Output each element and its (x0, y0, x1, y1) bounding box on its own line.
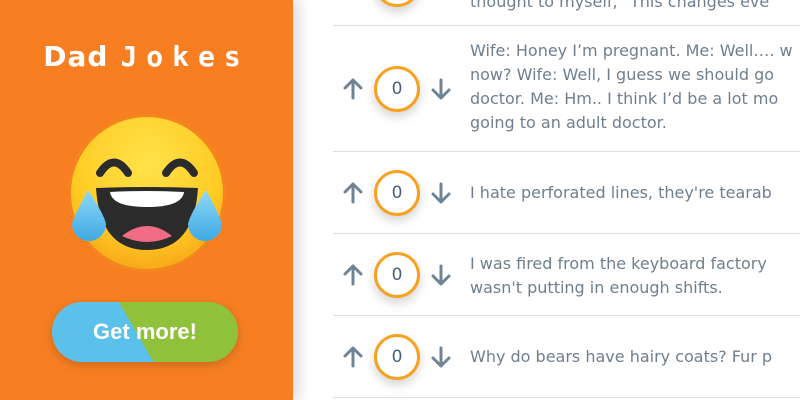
joke-item: 0 Wife: Honey I’m pregnant. Me: Well…. w… (333, 26, 800, 152)
joke-text-line: I was fired from the keyboard factory (470, 254, 767, 273)
joke-text-line: going to an adult doctor. (470, 113, 667, 132)
joke-text: thought to myself, "This changes eve (470, 0, 800, 14)
joke-text: Wife: Honey I’m pregnant. Me: Well…. w n… (470, 39, 800, 135)
vote-controls: 0 (333, 66, 459, 112)
joke-text-line: doctor. Me: Hm.. I think I’d be a lot mo (470, 89, 779, 108)
arrow-down-icon[interactable] (429, 263, 453, 287)
vote-controls: 0 (333, 170, 459, 216)
score-counter: 0 (374, 252, 420, 298)
arrow-up-icon[interactable] (341, 345, 365, 369)
app-title: Dad Jokes (0, 40, 293, 73)
score-counter: 0 (374, 334, 420, 380)
arrow-up-icon[interactable] (341, 181, 365, 205)
joke-item: 0 I hate perforated lines, they're teara… (333, 152, 800, 234)
joke-item: 0 I was fired from the keyboard factory … (333, 234, 800, 316)
joke-text: I was fired from the keyboard factory wa… (470, 252, 800, 300)
arrow-down-icon[interactable] (429, 77, 453, 101)
joke-text-line: now? Wife: Well, I guess we should go (470, 65, 775, 84)
joke-text-line: wasn't putting in enough shifts. (470, 278, 723, 297)
get-more-button[interactable]: Get more! (52, 302, 238, 362)
joke-text-line: Wife: Honey I’m pregnant. Me: Well…. w (470, 41, 793, 60)
jokes-list: 0 thought to myself, "This changes eve 0… (293, 0, 800, 400)
joke-text-line: Why do bears have hairy coats? Fur p (470, 347, 773, 366)
joke-item: 0 thought to myself, "This changes eve (333, 0, 800, 26)
vote-controls: 0 (333, 252, 459, 298)
arrow-up-icon[interactable] (341, 77, 365, 101)
joke-item: 0 Why do bears have hairy coats? Fur p (333, 316, 800, 398)
joke-text: I hate perforated lines, they're tearab (470, 181, 800, 205)
score-counter: 0 (374, 170, 420, 216)
joke-text: Why do bears have hairy coats? Fur p (470, 345, 800, 369)
score-counter: 0 (374, 66, 420, 112)
app-title-dad: Dad (43, 40, 109, 73)
joke-text-line: I hate perforated lines, they're tearab (470, 183, 772, 202)
score-counter: 0 (374, 0, 420, 7)
app-title-jokes: Jokes (120, 40, 250, 73)
joke-text-line: thought to myself, "This changes eve (470, 0, 770, 11)
sidebar: Dad Jokes Get more! (0, 0, 293, 400)
vote-controls: 0 (333, 0, 459, 7)
vote-controls: 0 (333, 334, 459, 380)
arrow-up-icon[interactable] (341, 263, 365, 287)
arrow-down-icon[interactable] (429, 181, 453, 205)
arrow-down-icon[interactable] (429, 345, 453, 369)
face-with-tears-of-joy-icon (66, 112, 228, 274)
